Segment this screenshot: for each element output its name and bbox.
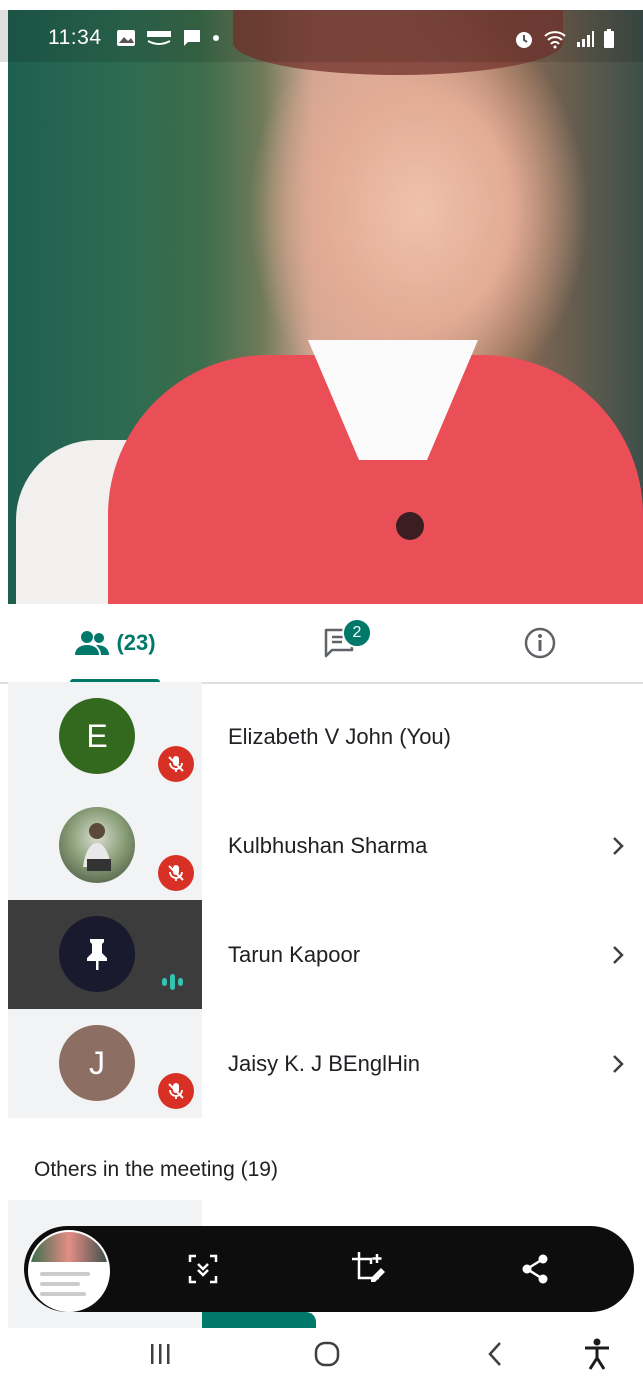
avatar [59,807,135,883]
people-count: (23) [116,630,156,655]
participant-row-jaisy[interactable]: J Jaisy K. J BEnglHin [0,1009,643,1118]
participant-list: E Elizabeth V John (You) Kulbhushan Shar… [0,682,643,1118]
status-bar: 11:34 [0,10,643,62]
mic-off-icon [158,746,194,782]
main-video-feed[interactable] [8,10,643,604]
system-nav-bar [0,1328,643,1378]
avatar-initial: J [89,1044,105,1081]
avatar: J [59,1025,135,1101]
alarm-icon [516,32,532,48]
participant-row-tarun[interactable]: Tarun Kapoor [0,900,643,1009]
gallery-icon [117,30,135,46]
pin-icon [87,939,107,970]
participant-row-kulbhushan[interactable]: Kulbhushan Sharma [0,791,643,900]
accessibility-icon[interactable] [572,1336,622,1372]
video-jacket-button [396,512,424,540]
participant-name: Jaisy K. J BEnglHin [228,1050,420,1076]
avatar-photo [83,823,111,871]
wifi-icon [544,31,566,49]
tab-chat[interactable]: 2 [300,604,380,682]
screenshot-thumbnail[interactable] [28,1230,110,1312]
back-icon[interactable] [470,1336,520,1372]
info-icon [524,627,556,659]
participant-name: Tarun Kapoor [228,941,361,967]
avatar: E [59,698,135,774]
screenshot-toolbar [24,1226,634,1312]
signal-icon [577,31,594,47]
chevron-right-icon[interactable] [611,900,625,1009]
tab-info[interactable] [510,604,570,682]
tab-people[interactable]: (23) [70,604,160,684]
avatar [59,916,135,992]
status-time: 11:34 [48,26,102,49]
crop-edit-icon[interactable] [346,1246,392,1292]
others-heading: Others in the meeting (19) [34,1158,278,1181]
amazon-icon [147,31,171,45]
avatar-initial: E [86,717,108,754]
chevron-right-icon[interactable] [611,1009,625,1118]
message-icon [184,30,200,46]
scroll-capture-icon[interactable] [180,1246,226,1292]
participant-row-you[interactable]: E Elizabeth V John (You) [0,682,643,791]
home-icon[interactable] [302,1336,352,1372]
chevron-right-icon[interactable] [611,791,625,900]
people-icon [75,631,110,655]
share-icon[interactable] [512,1246,558,1292]
meeting-tabs: (23) 2 [0,604,643,684]
battery-icon [604,29,614,48]
participant-tile-accent [202,1312,316,1328]
chat-badge: 2 [342,618,372,648]
dot-icon [213,35,219,41]
mic-off-icon [158,855,194,891]
participant-name: Elizabeth V John (You) [228,723,451,749]
speaking-indicator-icon [162,974,183,990]
mic-off-icon [158,1073,194,1109]
recents-icon[interactable] [135,1336,185,1372]
participant-name: Kulbhushan Sharma [228,832,428,858]
